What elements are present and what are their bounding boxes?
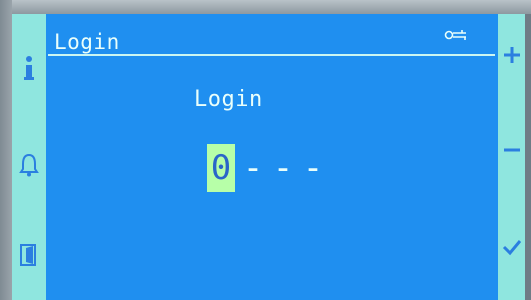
page-title: Login <box>54 30 120 54</box>
pin-digit: - <box>242 148 264 188</box>
lcd-screen: Login Login 0 - - - <box>12 14 525 300</box>
info-icon[interactable] <box>18 54 40 84</box>
door-exit-icon[interactable] <box>18 242 40 268</box>
bell-icon[interactable] <box>18 152 40 178</box>
login-label: Login <box>194 87 263 112</box>
pin-digit: - <box>302 148 324 188</box>
minus-icon[interactable] <box>501 139 523 161</box>
header-divider <box>48 54 495 56</box>
key-icon <box>444 27 468 43</box>
pin-digit-active[interactable]: 0 <box>207 144 235 192</box>
pin-entry[interactable]: 0 - - - <box>207 144 325 192</box>
device-bezel-left <box>0 0 12 300</box>
pin-digit: - <box>272 148 294 188</box>
check-icon[interactable] <box>501 236 523 258</box>
plus-icon[interactable] <box>501 44 523 66</box>
device-bezel-top <box>0 0 531 14</box>
